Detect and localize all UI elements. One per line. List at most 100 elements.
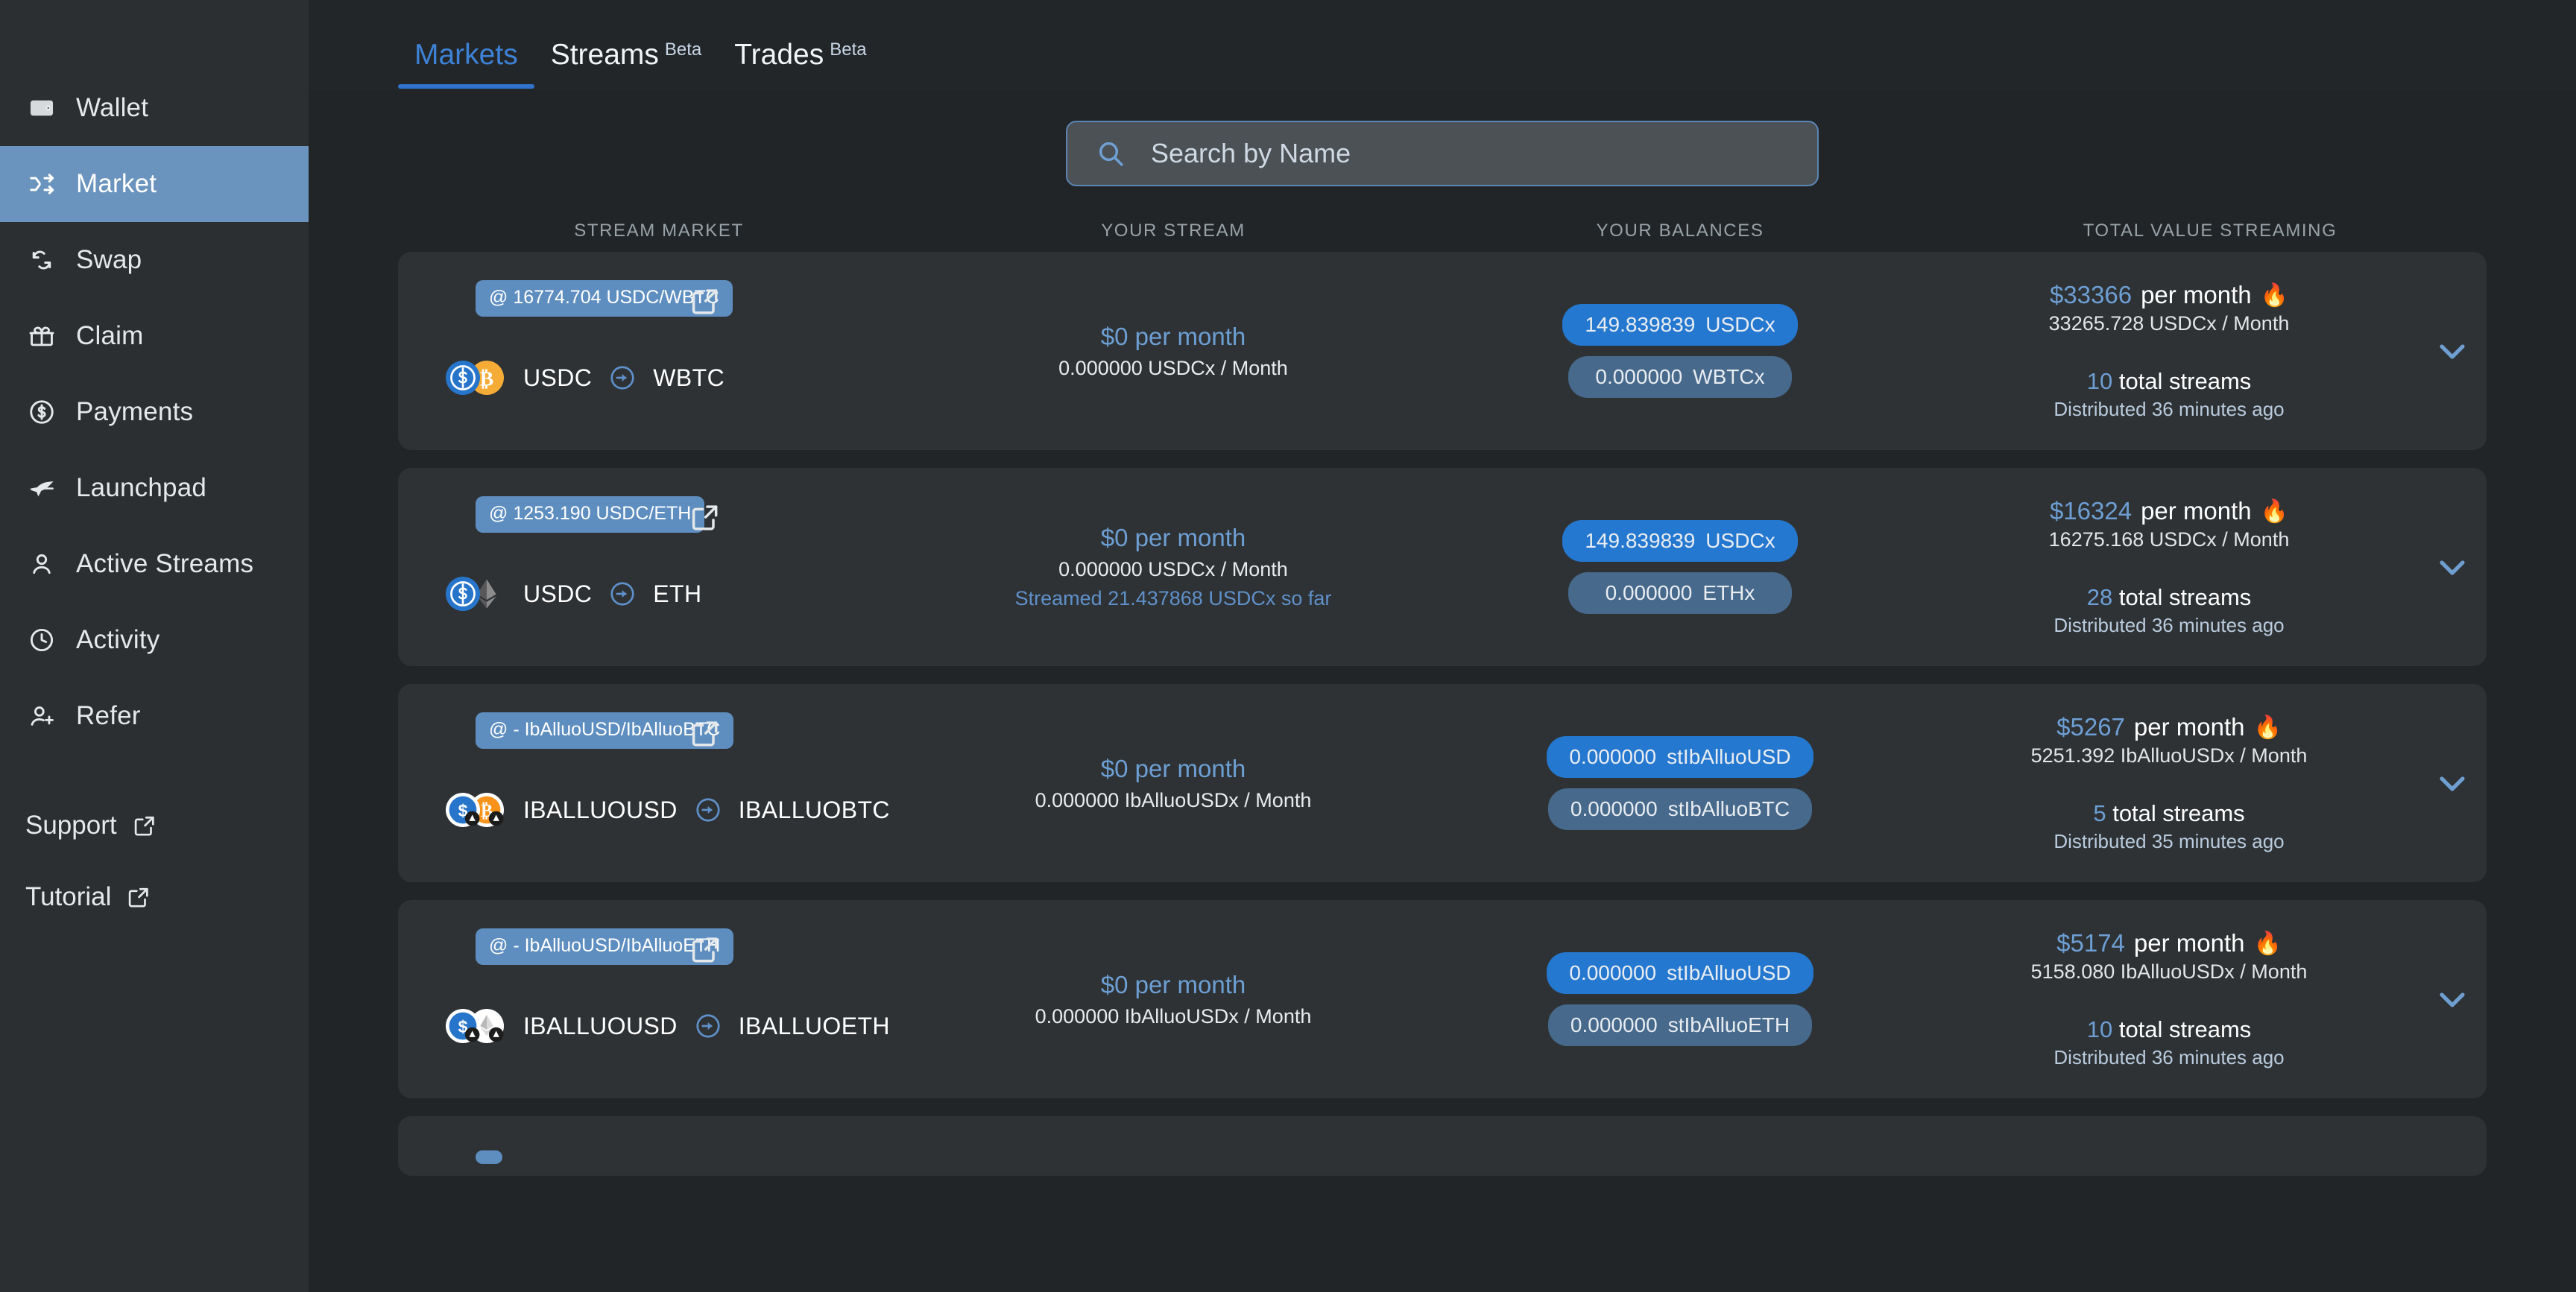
balance-amount: 0.000000 [1569, 961, 1657, 984]
to-token-label: WBTC [653, 364, 725, 391]
sidebar-item-refer[interactable]: Refer [0, 678, 309, 754]
chevron-down-icon[interactable] [2434, 333, 2470, 369]
chevron-down-icon[interactable] [2434, 549, 2470, 585]
tab-streams[interactable]: Streams Beta [534, 40, 719, 89]
external-link-icon[interactable] [689, 717, 722, 750]
arrow-right-circle-icon [608, 580, 637, 608]
balance-pill: 0.000000 stIbAlluoBTC [1547, 788, 1813, 830]
balance-pill: 0.000000 stIbAlluoUSD [1547, 736, 1813, 778]
market-row[interactable]: @ 16774.704 USDC/WBTC ₿ USDC WBTC $0 per mon… [398, 252, 2487, 450]
stream-count-label: total streams [2112, 800, 2245, 826]
column-header-your-balances: YOUR BALANCES [1596, 221, 1764, 241]
external-link-icon[interactable] [689, 501, 722, 533]
tab-bar: Markets Streams Beta Trades Beta [309, 0, 2576, 89]
sidebar-item-swap[interactable]: Swap [0, 222, 309, 298]
your-balances-cell: 149.839839 USDCx 0.000000 ETHx [1427, 468, 1933, 666]
search-input[interactable] [1151, 138, 1789, 169]
total-value-streaming-cell: $5267 per month 🔥 5251.392 IbAlluoUSDx / Mo… [1933, 684, 2487, 882]
clock-icon [27, 625, 57, 655]
stream-rate: 0.000000 USDCx / Month [1058, 558, 1288, 580]
your-balances-cell: 0.000000 stIbAlluoUSD 0.000000 stIbAlluoBTC [1427, 684, 1933, 882]
market-row[interactable]: @ - IbAlluoUSD/IbAlluoBTC $ ₿ IBALLUOUSD IBA… [398, 684, 2487, 882]
distributed-time: Distributed 36 minutes ago [2053, 398, 2285, 420]
tab-trades[interactable]: Trades Beta [718, 40, 883, 89]
chevron-down-icon[interactable] [2434, 981, 2470, 1017]
arrow-right-circle-icon [608, 364, 637, 392]
streamed-so-far: Streamed 21.437868 USDCx so far [1014, 587, 1332, 609]
stream-count: 10 [2086, 368, 2113, 394]
to-token-label: IBALLUOBTC [738, 796, 890, 823]
search-icon [1096, 139, 1126, 168]
sidebar-link-label: Support [25, 811, 117, 840]
sidebar-item-label: Payments [76, 397, 194, 426]
rocket-icon [27, 473, 57, 503]
sidebar-item-claim[interactable]: Claim [0, 298, 309, 374]
sidebar-item-label: Refer [76, 701, 141, 730]
balance-amount: 0.000000 [1595, 365, 1683, 388]
balance-symbol: stIbAlluoETH [1667, 1013, 1790, 1036]
tab-label: Trades [734, 39, 824, 71]
total-value-streaming-cell: $33366 per month 🔥 33265.728 USDCx / Month 1… [1933, 252, 2487, 450]
search-box[interactable] [1066, 121, 1819, 186]
token-icon-from [446, 361, 480, 395]
sidebar-item-market[interactable]: Market [0, 146, 309, 222]
pair-labels: IBALLUOUSD IBALLUOETH [523, 1012, 890, 1040]
token-pair: $ IBALLUOUSD IBALLUOETH [446, 1004, 890, 1048]
market-row[interactable]: @ 1253.190 USDC/ETH USDC ETH $0 per month 0.… [398, 468, 2487, 666]
sidebar-link-tutorial[interactable]: Tutorial [0, 861, 309, 933]
wallet-icon [27, 93, 57, 123]
external-link-icon [126, 884, 151, 910]
your-stream-cell: $0 per month 0.000000 IbAlluoUSDx / Month [920, 900, 1427, 1098]
stream-count-label: total streams [2118, 584, 2252, 610]
total-rate: 16275.168 USDCx / Month [2048, 528, 2290, 551]
sidebar-item-label: Activity [76, 625, 160, 654]
market-row[interactable]: @ - IbAlluoUSD/IbAlluoETH $ IBALLUOUSD IBAL… [398, 900, 2487, 1098]
stream-rate: 0.000000 IbAlluoUSDx / Month [1035, 788, 1312, 811]
column-header-total-value-streaming: TOTAL VALUE STREAMING [2083, 221, 2337, 241]
sidebar-item-activity[interactable]: Activity [0, 602, 309, 678]
stream-market-cell: @ - IbAlluoUSD/IbAlluoETH $ IBALLUOUSD IBAL… [398, 900, 920, 1098]
flame-icon: 🔥 [2260, 498, 2289, 524]
stream-market-cell: @ 1253.190 USDC/ETH USDC ETH [398, 468, 920, 666]
total-value-streaming-cell: $16324 per month 🔥 16275.168 USDCx / Month 2… [1933, 468, 2487, 666]
shuffle-icon [27, 169, 57, 199]
arrow-right-circle-icon [694, 1012, 722, 1040]
app-root: Wallet Market Swap Claim Payments Launchpad Ac… [0, 0, 2576, 1292]
sidebar-item-active-streams[interactable]: Active Streams [0, 526, 309, 602]
sidebar-item-wallet[interactable]: Wallet [0, 70, 309, 146]
sidebar-item-payments[interactable]: Payments [0, 374, 309, 450]
token-pair: USDC ETH [446, 572, 701, 615]
stream-count-line: 28 total streams [2087, 584, 2252, 611]
dollar-circle-icon [27, 397, 57, 427]
tab-label: Markets [414, 39, 518, 71]
sidebar: Wallet Market Swap Claim Payments Launchpad Ac… [0, 0, 309, 1292]
external-link-icon[interactable] [689, 285, 722, 317]
sidebar-item-label: Launchpad [76, 473, 207, 502]
sidebar-link-support[interactable]: Support [0, 790, 309, 861]
pair-labels: USDC ETH [523, 580, 701, 608]
token-pair: ₿ USDC WBTC [446, 356, 724, 399]
external-link-icon[interactable] [689, 933, 722, 966]
balance-symbol: WBTCx [1693, 365, 1765, 388]
chevron-down-icon[interactable] [2434, 765, 2470, 801]
pair-labels: IBALLUOUSD IBALLUOBTC [523, 796, 890, 824]
sidebar-item-label: Swap [76, 245, 142, 274]
tab-markets[interactable]: Markets [398, 40, 534, 89]
sidebar-item-label: Wallet [76, 93, 149, 122]
token-icon-from: $ [446, 793, 480, 827]
balance-pill: 0.000000 WBTCx [1568, 356, 1792, 398]
total-value-line: $33366 per month 🔥 [2050, 281, 2288, 309]
stream-value: $0 per month [1100, 524, 1246, 551]
sidebar-item-launchpad[interactable]: Launchpad [0, 450, 309, 526]
svg-text:₿: ₿ [480, 367, 493, 390]
sidebar-link-label: Tutorial [25, 882, 112, 911]
your-stream-cell: $0 per month 0.000000 USDCx / Month [920, 252, 1427, 450]
market-row-partial[interactable] [398, 1116, 2487, 1176]
token-icon-from [446, 577, 480, 611]
total-value-suffix: per month [2133, 929, 2245, 957]
balance-symbol: stIbAlluoUSD [1667, 961, 1791, 984]
stream-count-label: total streams [2118, 1016, 2252, 1042]
from-token-label: IBALLUOUSD [523, 1012, 678, 1039]
your-balances-cell: 149.839839 USDCx 0.000000 WBTCx [1427, 252, 1933, 450]
from-token-label: USDC [523, 364, 593, 391]
